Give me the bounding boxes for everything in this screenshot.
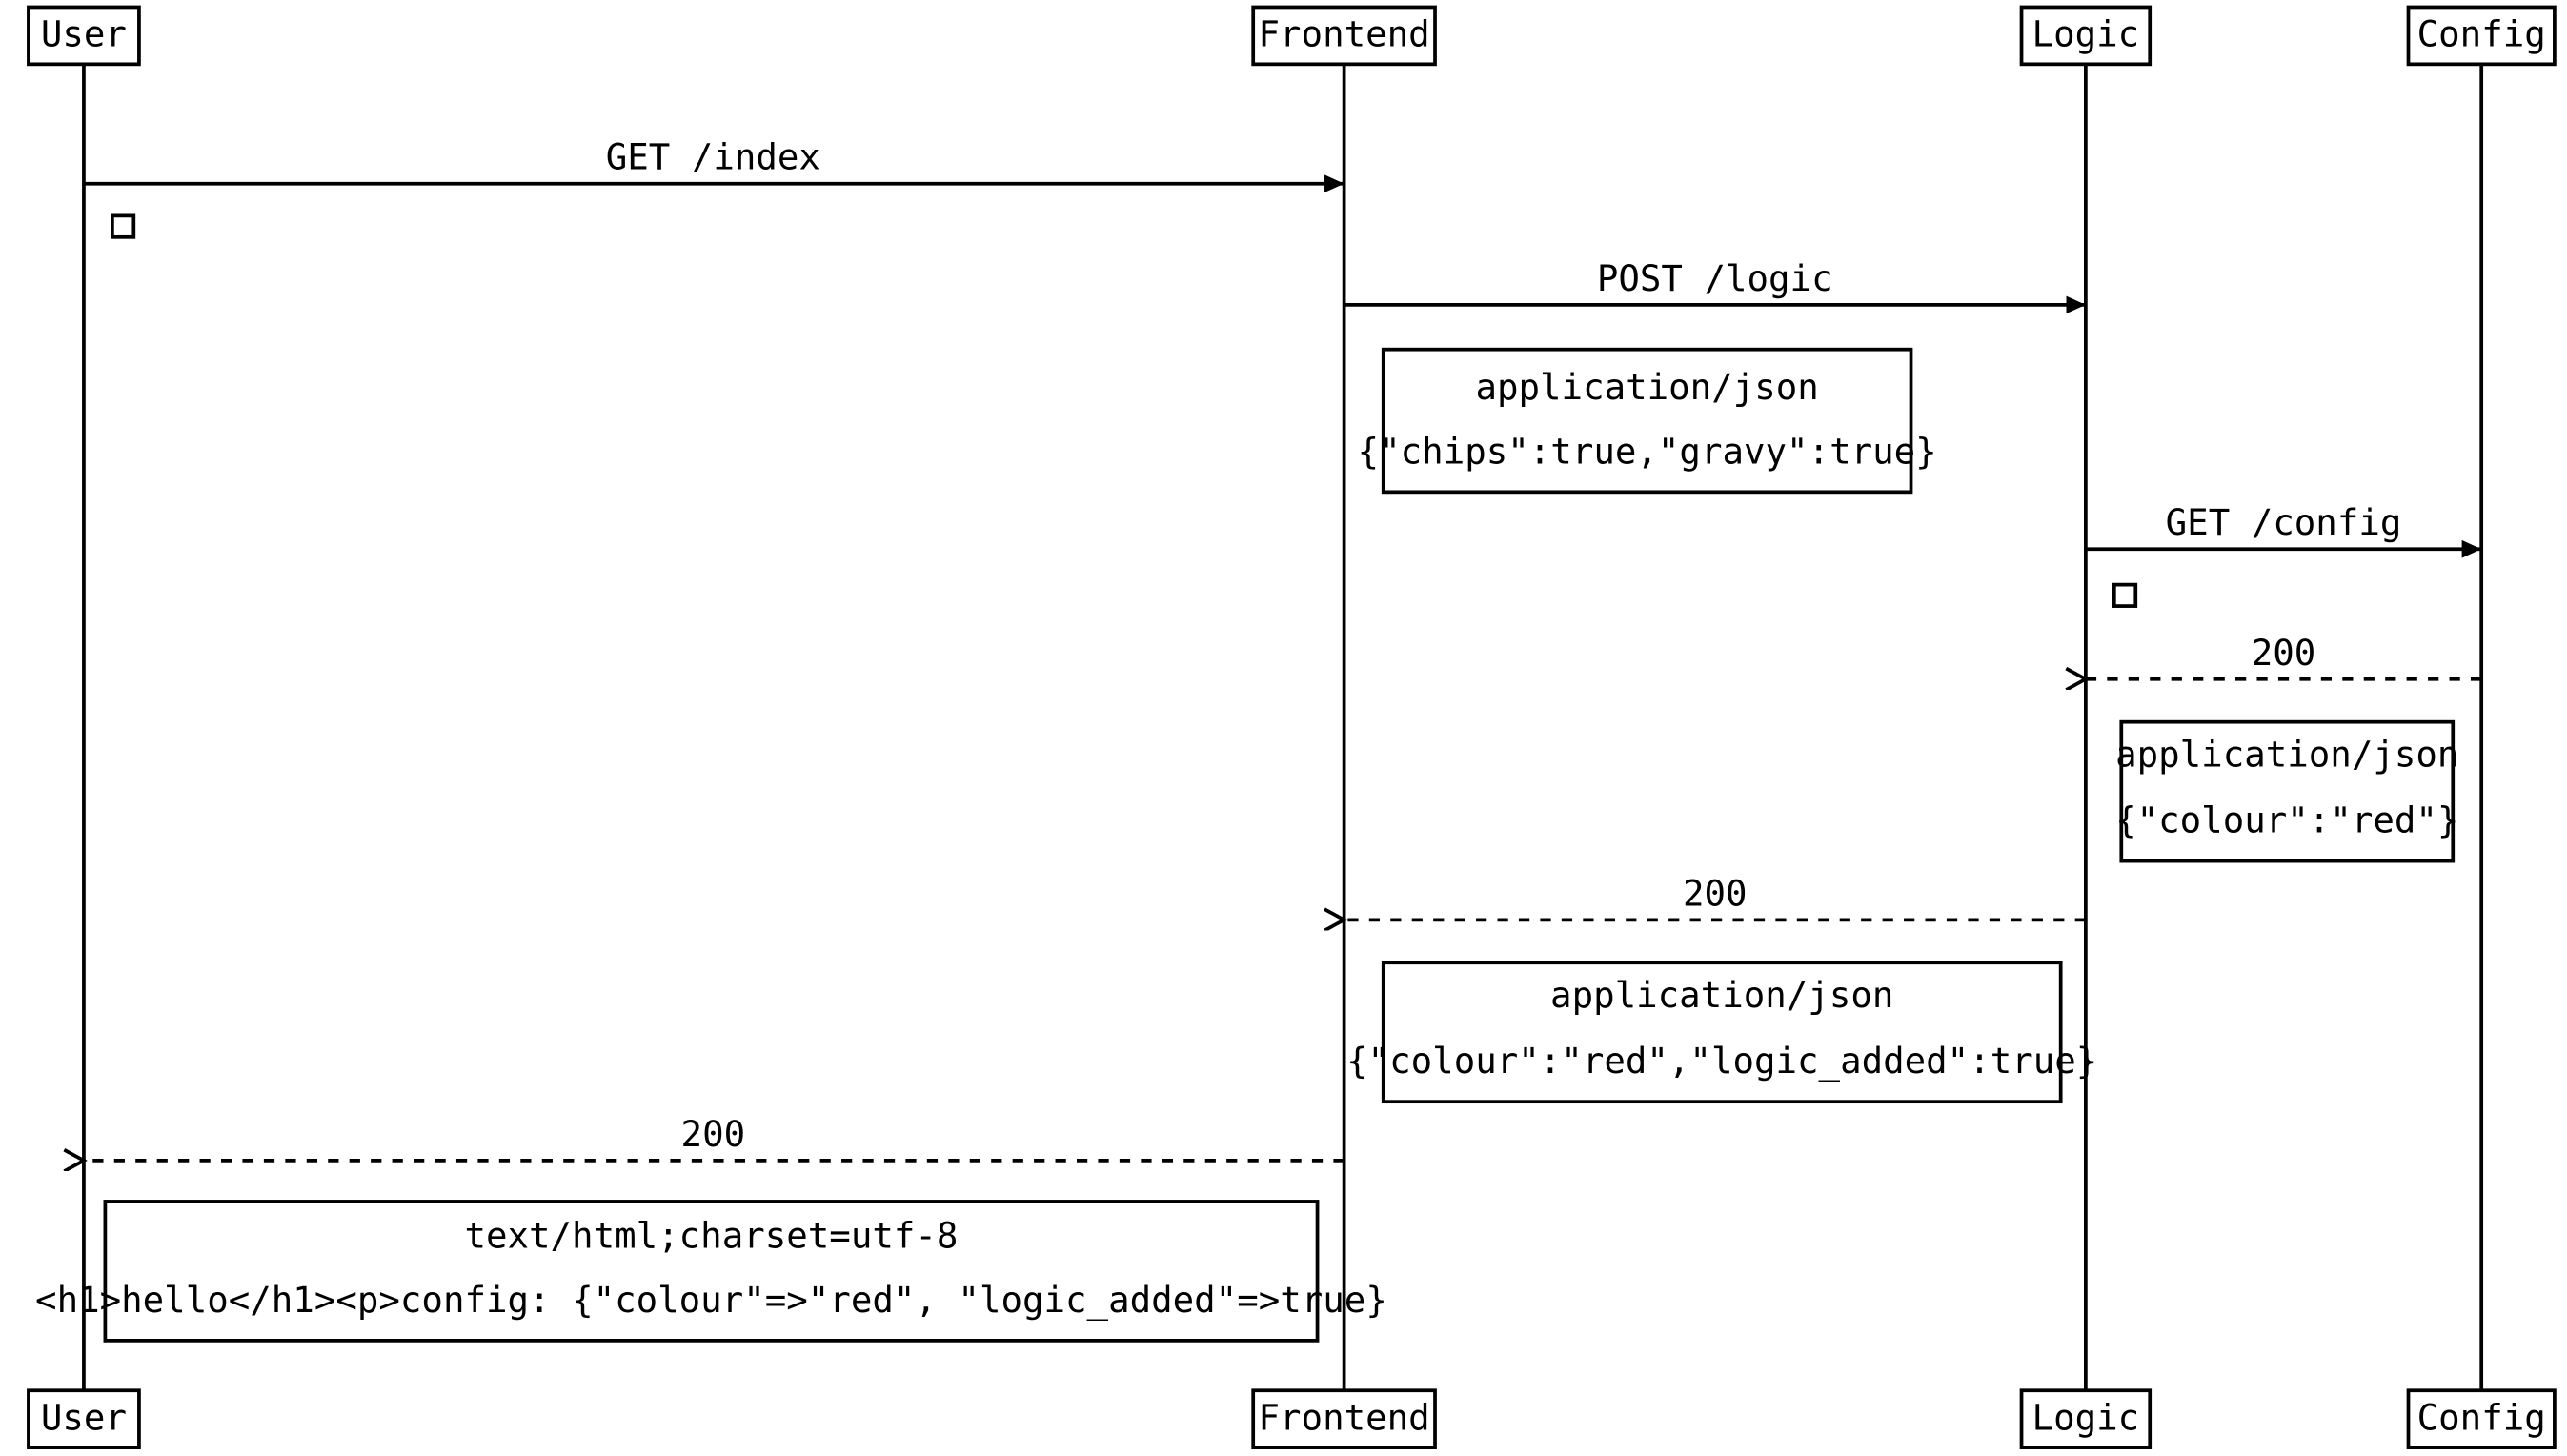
msg-frontend-logic-label: POST /logic (1597, 257, 1833, 299)
participant-config-top: Config (2408, 7, 2554, 64)
participant-config-bottom: Config (2408, 1390, 2554, 1447)
participant-logic-label: Logic (2032, 13, 2140, 55)
sequence-diagram: User Frontend Logic Config User Frontend… (0, 0, 2567, 1455)
note-frontend-user: text/html;charset=utf-8 <h1>hello</h1><p… (35, 1202, 1387, 1341)
participant-frontend-top: Frontend (1253, 7, 1435, 64)
msg-logic-frontend-label: 200 (1683, 872, 1748, 914)
note-logic-frontend: application/json {"colour":"red","logic_… (1346, 962, 2097, 1102)
participant-config-label: Config (2417, 13, 2546, 55)
participant-frontend-label: Frontend (1259, 13, 1430, 55)
svg-text:text/html;charset=utf-8: text/html;charset=utf-8 (464, 1215, 958, 1257)
svg-text:User: User (41, 1396, 127, 1438)
activation-logic (2114, 585, 2135, 606)
msg-logic-config-label: GET /config (2166, 501, 2402, 543)
msg-config-logic-label: 200 (2252, 632, 2316, 674)
participant-logic-top: Logic (2022, 7, 2151, 64)
note-frontend-logic: application/json {"chips":true,"gravy":t… (1358, 350, 1937, 493)
svg-text:{"colour":"red"}: {"colour":"red"} (2115, 799, 2458, 841)
svg-text:application/json: application/json (2115, 733, 2458, 775)
participant-user-top: User (29, 7, 139, 64)
svg-text:Frontend: Frontend (1259, 1396, 1430, 1438)
participant-logic-bottom: Logic (2022, 1390, 2151, 1447)
svg-text:{"colour":"red","logic_added":: {"colour":"red","logic_added":true} (1346, 1040, 2097, 1082)
participant-user-label: User (41, 13, 127, 55)
msg-frontend-user-label: 200 (681, 1113, 746, 1155)
msg-user-frontend-label: GET /index (606, 136, 820, 178)
activation-user (112, 215, 133, 236)
svg-text:{"chips":true,"gravy":true}: {"chips":true,"gravy":true} (1358, 430, 1937, 472)
svg-text:application/json: application/json (1475, 366, 1818, 408)
participant-user-bottom: User (29, 1390, 139, 1447)
svg-text:Logic: Logic (2032, 1396, 2140, 1438)
svg-text:Config: Config (2417, 1396, 2546, 1438)
note-config-logic: application/json {"colour":"red"} (2115, 722, 2458, 861)
svg-text:application/json: application/json (1550, 974, 1893, 1016)
participant-frontend-bottom: Frontend (1253, 1390, 1435, 1447)
svg-text:<h1>hello</h1><p>config: {"col: <h1>hello</h1><p>config: {"colour"=>"red… (35, 1279, 1387, 1322)
